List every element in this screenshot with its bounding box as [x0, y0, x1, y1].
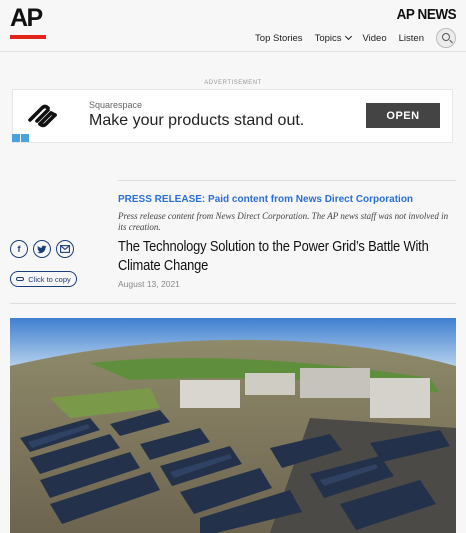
facebook-icon: f — [17, 244, 21, 254]
ad-banner[interactable]: Squarespace Make your products stand out… — [12, 89, 453, 143]
ap-news-brand[interactable]: AP NEWS — [396, 6, 456, 23]
link-icon — [16, 277, 25, 281]
copy-link-button[interactable]: Click to copy — [10, 271, 77, 287]
search-icon-handle — [449, 39, 453, 44]
ap-logo-bar — [10, 35, 46, 39]
twitter-icon — [37, 245, 47, 253]
article-title: The Technology Solution to the Power Gri… — [118, 238, 429, 274]
press-release-disclaimer: Press release content from News Direct C… — [118, 211, 449, 232]
email-share-button[interactable] — [56, 240, 74, 258]
ap-logo-text: AP — [10, 4, 43, 32]
site-header: AP AP NEWS Top Stories Topics Video List… — [0, 0, 466, 52]
nav-video-label: Video — [362, 32, 387, 44]
nav-top-stories-label: Top Stories — [255, 32, 303, 44]
search-button[interactable] — [436, 28, 456, 48]
ad-choices-icon[interactable] — [12, 134, 29, 142]
nav-topics-label: Topics — [314, 32, 342, 44]
advertisement-label: ADVERTISEMENT — [204, 80, 262, 86]
email-icon — [60, 245, 70, 253]
article-hero-image — [10, 318, 456, 533]
ad-choices-mark — [12, 134, 20, 142]
chevron-down-icon — [344, 32, 352, 41]
facebook-share-button[interactable]: f — [10, 240, 28, 258]
divider — [118, 180, 456, 181]
divider — [10, 303, 456, 304]
nav-listen[interactable]: Listen — [399, 33, 424, 44]
copy-link-label: Click to copy — [28, 274, 71, 284]
ap-logo[interactable]: AP — [10, 3, 46, 39]
squarespace-logo-icon — [28, 104, 57, 128]
nav-top-stories[interactable]: Top Stories — [255, 33, 303, 44]
ad-open-button[interactable]: OPEN — [366, 103, 440, 128]
twitter-share-button[interactable] — [33, 240, 51, 258]
nav-topics[interactable]: Topics — [314, 32, 352, 44]
ad-brand: Squarespace — [89, 100, 143, 110]
article-date: August 13, 2021 — [118, 279, 180, 289]
main-nav: Top Stories Topics Video Listen — [255, 28, 456, 48]
nav-video[interactable]: Video — [363, 33, 387, 44]
share-buttons: f — [10, 240, 74, 258]
ad-choices-close — [21, 134, 29, 142]
nav-listen-label: Listen — [398, 32, 424, 44]
ad-headline: Make your products stand out. — [89, 112, 305, 129]
press-release-label[interactable]: PRESS RELEASE: Paid content from News Di… — [118, 194, 413, 205]
